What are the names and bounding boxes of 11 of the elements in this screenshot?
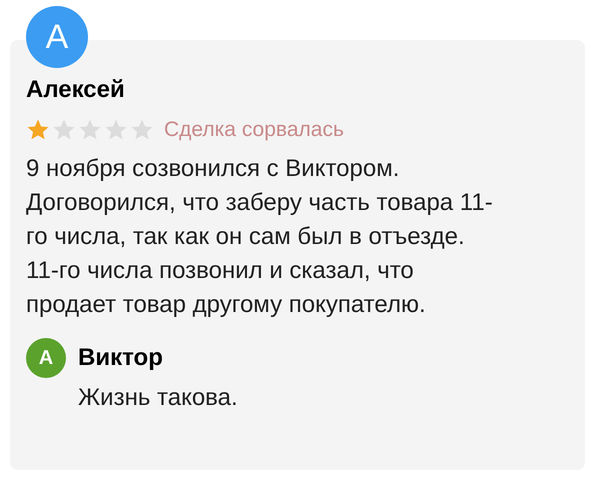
star-icon xyxy=(104,118,128,142)
review-text: 9 ноября созвонился с Виктором. Договорился, что заберу часть товара 11-го числа, так как он сам был в отъезде. 11-го числа позвонил и сказал, что продает товар другому покупателю. xyxy=(26,154,494,320)
reply-author: Виктор xyxy=(78,342,163,372)
reply-text: Жизнь такова. xyxy=(78,382,239,412)
star-icon xyxy=(52,118,76,142)
author-name: Алексей xyxy=(26,75,126,105)
deal-status: Сделка сорвалась xyxy=(164,117,344,143)
star-icon xyxy=(26,118,50,142)
star-icon xyxy=(130,118,154,142)
author-avatar: А xyxy=(26,6,88,68)
star-icon xyxy=(78,118,102,142)
